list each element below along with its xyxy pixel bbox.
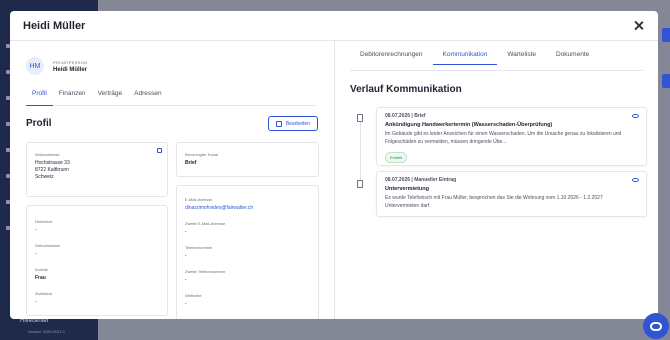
tab-vertraege[interactable]: Verträge <box>92 87 129 106</box>
channel-label: Bevorzugter Kanal <box>185 152 218 157</box>
timeline-line <box>360 114 361 184</box>
phone2-label: Zweite Telefonnummer <box>185 269 226 274</box>
communication-tabs: Debitorenrechnungen Kommunikation Wartel… <box>350 51 643 71</box>
chat-icon <box>650 321 662 331</box>
address-line: 8722 Kaltbrunn <box>35 167 69 173</box>
entry-title: Ankündigung Handwerkertermin (Wasserscha… <box>385 122 553 128</box>
contact-card: E-Mail-Adresse dinarzimohvideo@fairwalte… <box>176 185 319 319</box>
hometown-label: Heimatort <box>35 219 53 224</box>
personal-card: Heimatort - Geburtsdatum - Anrede Frau Z… <box>26 205 168 316</box>
email2-value: - <box>185 229 187 235</box>
tab-profil[interactable]: Profil <box>26 87 53 106</box>
history-entry[interactable]: 08.07.2026 | Brief Ankündigung Handwerke… <box>376 107 647 166</box>
background-action-button <box>662 28 670 42</box>
entry-title: Untervermietung <box>385 186 430 192</box>
address-label: Wohnadresse <box>35 152 60 157</box>
history-entry[interactable]: 08.07.2026 | Manueller Eintrag Unterverm… <box>376 171 647 217</box>
close-icon[interactable] <box>633 20 645 32</box>
status-badge: Erstellt <box>385 152 408 163</box>
birthdate-label: Geburtsdatum <box>35 243 61 248</box>
phone2-value: - <box>185 277 187 283</box>
background-action-button <box>662 74 670 88</box>
eye-icon[interactable] <box>632 114 639 118</box>
chat-button[interactable] <box>643 313 669 339</box>
phone-value: - <box>185 253 187 259</box>
modal-header: Heidi Müller <box>10 11 658 41</box>
website-value: - <box>185 301 187 307</box>
entry-date-type: 08.07.2026 | Manueller Eintrag <box>385 177 457 183</box>
email2-label: Zweite E-Mail-Adresse <box>185 221 226 226</box>
email-value[interactable]: dinarzimohvideo@fairwalter.ch <box>185 205 310 212</box>
address-line: Hochstrasse 33 <box>35 160 70 166</box>
person-header: HM PRIVATPERSON Heidi Müller <box>26 52 318 80</box>
person-modal: Heidi Müller HM PRIVATPERSON Heidi Mülle… <box>10 11 658 319</box>
email-label: E-Mail-Adresse <box>185 197 213 202</box>
person-role: PRIVATPERSON <box>53 59 88 65</box>
app-version: Version 2026.0101.0 <box>28 329 65 334</box>
edit-icon <box>275 120 282 127</box>
birthdate-value: - <box>35 251 37 257</box>
left-pane: HM PRIVATPERSON Heidi Müller Profil Fina… <box>10 41 335 319</box>
copy-icon[interactable] <box>157 148 162 153</box>
phone-label: Telefonnummer <box>185 245 213 250</box>
profile-tabs: Profil Finanzen Verträge Adressen <box>26 87 316 106</box>
tab-dokumente[interactable]: Dokumente <box>546 45 599 65</box>
tab-debitorenrechnungen[interactable]: Debitorenrechnungen <box>350 45 433 65</box>
section-title: Profil <box>26 118 52 129</box>
tab-finanzen[interactable]: Finanzen <box>53 87 92 106</box>
hometown-value: - <box>35 227 37 233</box>
civil-status-label: Zivilstand <box>35 291 52 296</box>
note-icon <box>357 180 363 188</box>
channel-card: Bevorzugter Kanal Brief <box>176 142 319 177</box>
history-title: Verlauf Kommunikation <box>350 84 462 95</box>
civil-status-value: - <box>35 299 37 305</box>
salutation-label: Anrede <box>35 267 48 272</box>
modal-title: Heidi Müller <box>23 19 86 32</box>
avatar: HM <box>26 57 44 75</box>
entry-text: Es wurde Telefonisch mit Frau Müller, be… <box>385 195 603 209</box>
edit-button[interactable]: Bearbeiten <box>267 116 318 131</box>
letter-icon <box>357 114 363 122</box>
tab-warteliste[interactable]: Warteliste <box>497 45 546 65</box>
address-line: Schweiz <box>35 174 54 180</box>
salutation-value: Frau <box>35 275 46 281</box>
edit-button-label: Bearbeiten <box>285 120 310 127</box>
channel-value: Brief <box>185 160 197 166</box>
tab-adressen[interactable]: Adressen <box>128 87 167 106</box>
entry-date-type: 08.07.2026 | Brief <box>385 113 426 119</box>
website-label: Webseite <box>185 293 202 298</box>
tab-kommunikation[interactable]: Kommunikation <box>432 45 498 65</box>
right-pane: Debitorenrechnungen Kommunikation Wartel… <box>335 41 658 319</box>
person-name: Heidi Müller <box>53 66 88 73</box>
eye-icon[interactable] <box>632 178 639 182</box>
entry-text: Im Gebäude gibt es leider Anzeichen für … <box>385 131 622 145</box>
address-card: Wohnadresse Hochstrasse 33 8722 Kaltbrun… <box>26 142 168 197</box>
